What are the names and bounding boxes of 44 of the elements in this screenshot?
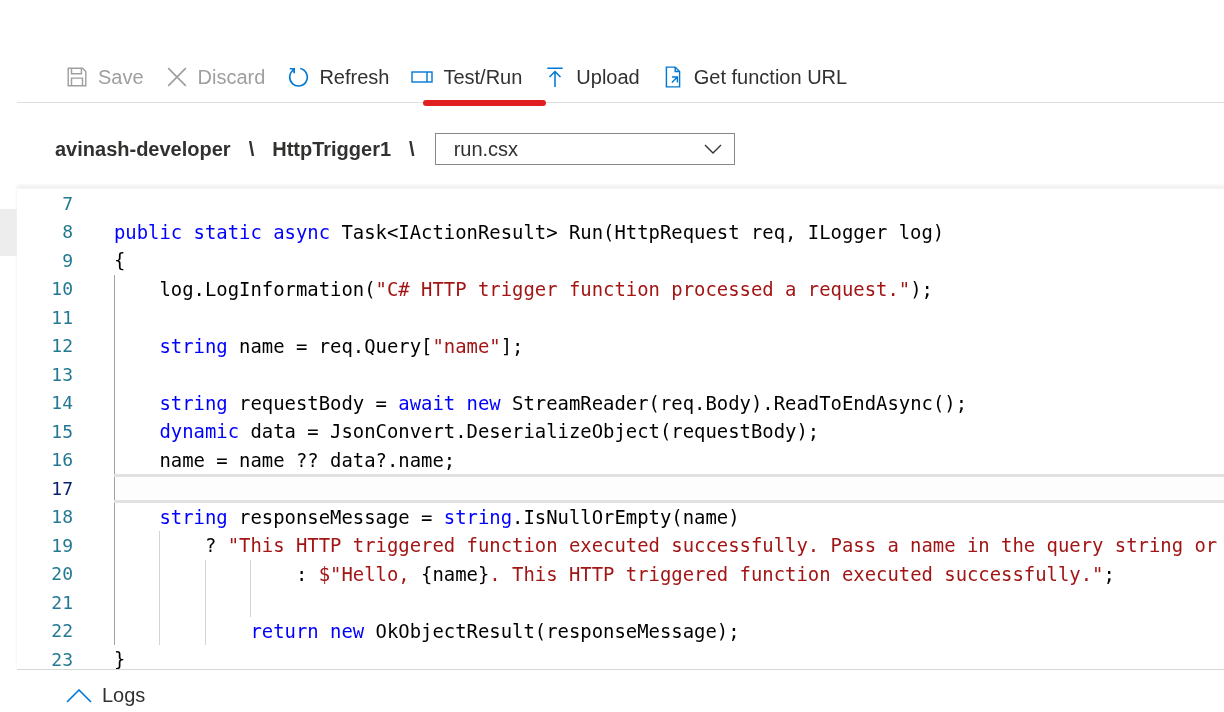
toolbar-button[interactable]: Test/Run	[411, 65, 523, 89]
code-line: log.LogInformation("C# HTTP trigger function processed a request.");	[158, 277, 933, 300]
chevron-down-icon	[703, 144, 722, 154]
logs-toggle[interactable]: Logs	[66, 684, 146, 707]
toolbar-button[interactable]: Upload	[544, 65, 640, 89]
code-line: string name = req.Query["name"];	[158, 334, 524, 357]
line-number: 7	[61, 192, 73, 214]
line-number: 15	[50, 420, 73, 442]
code-line: {	[114, 249, 126, 272]
line-number: 8	[61, 221, 73, 243]
line-number: 20	[50, 563, 73, 585]
breadcrumb-separator: \	[248, 137, 255, 161]
breadcrumb-separator: \	[409, 137, 415, 161]
breadcrumb-link[interactable]: HttpTrigger1	[272, 137, 392, 161]
file-dropdown[interactable]: run.csx	[434, 133, 735, 165]
line-number: 18	[50, 506, 73, 528]
line-number: 23	[50, 648, 73, 669]
close-icon	[165, 66, 188, 88]
code-line: }	[114, 648, 126, 669]
code-line: return new OkObjectResult(responseMessage);	[249, 619, 740, 642]
code-line: public static async Task<IActionResult> Run(HttpRequest req, ILogger log)	[114, 220, 945, 243]
code-line: ? "This HTTP triggered function executed successfully. Pass a name in the query string or	[204, 534, 1218, 557]
line-number: 12	[50, 335, 73, 357]
line-number: 22	[50, 620, 73, 642]
line-number: 11	[50, 306, 73, 328]
line-number: 19	[50, 534, 73, 556]
toolbar-button[interactable]: Get function URL	[661, 65, 848, 89]
chevron-up-icon	[66, 688, 92, 703]
toolbar-button[interactable]: Refresh	[287, 65, 390, 89]
save-icon	[66, 66, 88, 88]
line-number: 17	[50, 477, 73, 499]
code-line: string responseMessage = string.IsNullOrEmpty(name)	[158, 505, 740, 528]
refresh-icon	[287, 66, 310, 88]
breadcrumb-link[interactable]: avinash-developer	[55, 137, 231, 161]
line-number: 14	[50, 392, 73, 414]
line-number: 16	[50, 449, 73, 471]
line-number: 10	[50, 278, 73, 300]
code-line: : $"Hello, {name}. This HTTP triggered function executed successfully.";	[294, 562, 1115, 585]
code-line: string requestBody = await new StreamReader(req.Body).ReadToEndAsync();	[158, 391, 967, 414]
line-number: 9	[61, 249, 73, 271]
line-number: 21	[50, 591, 73, 613]
code-line: dynamic data = JsonConvert.DeserializeObject(requestBody);	[158, 420, 820, 443]
code-line: name = name ?? data?.name;	[158, 448, 456, 471]
line-number: 13	[50, 363, 73, 385]
